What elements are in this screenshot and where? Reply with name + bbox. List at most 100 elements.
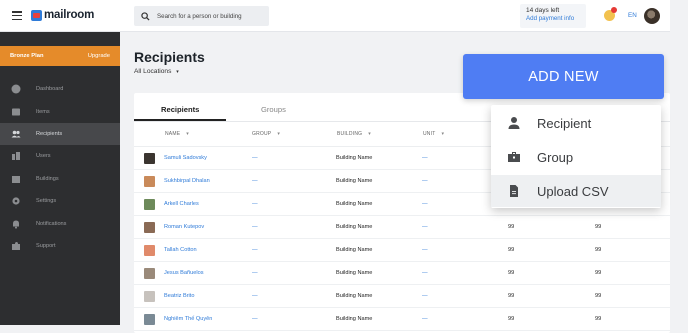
location-filter[interactable]: All Locations ▾: [134, 68, 179, 75]
column-header-group[interactable]: GROUP ▾: [252, 131, 280, 137]
recipient-group: —: [252, 247, 258, 253]
hamburger-menu-icon[interactable]: [12, 11, 22, 21]
sort-chevron-icon: ▾: [441, 131, 445, 137]
recipient-unit: —: [422, 224, 428, 230]
sort-chevron-icon: ▾: [277, 131, 281, 137]
sort-chevron-icon: ▾: [368, 131, 371, 137]
recipient-name[interactable]: Nghiêm Thế Quyên: [164, 316, 212, 322]
recipient-group: —: [252, 155, 258, 161]
recipient-name[interactable]: Jesus Bañuelos: [164, 270, 204, 276]
table-row[interactable]: Tallah Cotton — Building Name — 99 99: [134, 239, 670, 262]
recipient-avatar: [144, 314, 155, 325]
table-row[interactable]: Jesus Bañuelos — Building Name — 99 99: [134, 262, 670, 285]
add-payment-link[interactable]: Add payment info: [526, 15, 586, 22]
briefcase-icon: [507, 150, 521, 164]
sidebar-item-label: Support: [36, 242, 56, 249]
sidebar-item-notifications[interactable]: Notifications: [0, 212, 120, 234]
recipient-count-a: 99: [508, 293, 515, 299]
recipient-unit: —: [422, 247, 428, 253]
sidebar: Bronze Plan Upgrade Dashboard Items Reci…: [0, 32, 120, 325]
sidebar-item-dashboard[interactable]: Dashboard: [0, 78, 120, 100]
recipient-group: —: [252, 270, 258, 276]
search-input[interactable]: Search for a person or building: [134, 6, 269, 26]
column-header-name[interactable]: NAME ▾: [165, 131, 189, 137]
recipient-name[interactable]: Tallah Cotton: [164, 247, 197, 253]
sort-chevron-icon: ▾: [186, 131, 189, 137]
sidebar-item-support[interactable]: Support: [0, 235, 120, 257]
trial-days-text: 14 days left: [526, 7, 560, 14]
recipient-unit: —: [422, 316, 428, 322]
recipient-building: Building Name: [336, 270, 373, 276]
recipient-name[interactable]: Arkell Charles: [164, 201, 199, 207]
notification-bell-icon[interactable]: [604, 7, 617, 21]
language-selector[interactable]: EN: [628, 12, 637, 19]
recipient-name[interactable]: Samuli Sadovsky: [164, 155, 207, 161]
top-bar: mailroom Search for a person or building…: [0, 0, 670, 32]
tab-recipients[interactable]: Recipients: [161, 105, 199, 114]
gear-icon: [11, 196, 21, 206]
menu-item-label: Recipient: [537, 115, 592, 131]
recipient-group: —: [252, 201, 258, 207]
recipient-name[interactable]: Sukhbirpal Dhalan: [164, 178, 210, 184]
sidebar-item-label: Users: [36, 153, 51, 160]
sidebar-item-items[interactable]: Items: [0, 100, 120, 122]
column-header-label: UNIT: [423, 131, 436, 137]
recipient-count-a: 99: [508, 270, 515, 276]
dashboard-icon: [11, 84, 21, 94]
tab-groups[interactable]: Groups: [261, 105, 286, 114]
sidebar-item-settings[interactable]: Settings: [0, 190, 120, 212]
recipient-avatar: [144, 268, 155, 279]
document-icon: [507, 184, 521, 198]
recipient-building: Building Name: [336, 155, 373, 161]
recipient-avatar: [144, 176, 155, 187]
recipient-unit: —: [422, 270, 428, 276]
recipient-count-b: 99: [595, 224, 602, 230]
plan-bar: Bronze Plan Upgrade: [0, 46, 120, 66]
puzzle-icon: [11, 241, 21, 251]
recipient-avatar: [144, 222, 155, 233]
recipient-building: Building Name: [336, 247, 373, 253]
recipient-name[interactable]: Beatriz Brito: [164, 293, 194, 299]
recipient-unit: —: [422, 293, 428, 299]
trial-notice: 14 days left Add payment info: [520, 4, 586, 28]
column-header-label: GROUP: [252, 131, 272, 137]
recipient-group: —: [252, 293, 258, 299]
recipient-count-a: 99: [508, 247, 515, 253]
building-icon: [11, 174, 21, 184]
recipient-avatar: [144, 199, 155, 210]
search-icon: [141, 11, 150, 21]
recipient-name[interactable]: Roman Kutepov: [164, 224, 204, 230]
notification-badge: [611, 7, 617, 13]
sidebar-item-buildings[interactable]: Buildings: [0, 168, 120, 190]
bell-icon: [11, 219, 21, 229]
person-icon: [507, 116, 521, 130]
recipient-group: —: [252, 224, 258, 230]
column-header-unit[interactable]: UNIT ▾: [423, 131, 444, 137]
table-row[interactable]: Roman Kutepov — Building Name — 99 99: [134, 216, 670, 239]
sidebar-item-users[interactable]: Users: [0, 145, 120, 167]
inbox-icon: [11, 107, 21, 117]
add-new-button[interactable]: ADD NEW: [463, 54, 664, 99]
add-new-menu: Recipient Group Upload CSV: [491, 105, 661, 208]
column-header-building[interactable]: BUILDING ▾: [337, 131, 371, 137]
column-header-label: BUILDING: [337, 131, 363, 137]
logo[interactable]: mailroom: [31, 9, 94, 21]
user-avatar[interactable]: [644, 8, 660, 24]
menu-item-group[interactable]: Group: [491, 141, 661, 173]
menu-item-recipient[interactable]: Recipient: [491, 107, 661, 139]
recipient-count-b: 99: [595, 247, 602, 253]
upgrade-link[interactable]: Upgrade: [88, 53, 110, 59]
table-row[interactable]: Beatriz Brito — Building Name — 99 99: [134, 285, 670, 308]
menu-item-upload-csv[interactable]: Upload CSV: [491, 175, 661, 207]
users-icon: [11, 151, 21, 161]
recipient-count-b: 99: [595, 316, 602, 322]
sidebar-item-recipients[interactable]: Recipients: [0, 122, 120, 146]
table-row[interactable]: Nghiêm Thế Quyên — Building Name — 99 99: [134, 308, 670, 331]
recipient-count-b: 99: [595, 270, 602, 276]
recipient-building: Building Name: [336, 201, 373, 207]
location-filter-label: All Locations: [134, 68, 172, 75]
sidebar-item-label: Buildings: [36, 175, 59, 182]
chevron-down-icon: ▾: [176, 69, 179, 75]
search-placeholder: Search for a person or building: [157, 12, 242, 20]
sidebar-item-label: Notifications: [36, 220, 67, 227]
